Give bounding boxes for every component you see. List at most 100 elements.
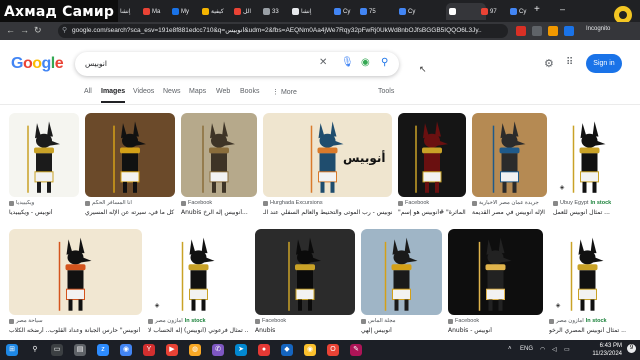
- result-caption[interactable]: أنوبيس - رب الموتى والتحنيط والعالم السف…: [263, 209, 392, 216]
- settings-gear-icon[interactable]: ⚙: [544, 57, 554, 70]
- chrome-app-icon[interactable]: ◉: [304, 344, 316, 356]
- url-field[interactable]: ⚲ google.com/search?sca_esv=191e8f881edc…: [58, 24, 508, 38]
- image-result-card[interactable]: أنا المسافر الحكم كل ما في، سيرته عن الإل…: [85, 113, 175, 225]
- minimize-icon[interactable]: –: [560, 4, 565, 14]
- result-thumbnail[interactable]: ◈: [148, 229, 249, 315]
- extension-icon[interactable]: [532, 26, 542, 36]
- result-source[interactable]: Ubuy Egypt In stock: [553, 200, 626, 206]
- task-view-icon[interactable]: ▭: [51, 344, 63, 356]
- forward-icon[interactable]: →: [20, 25, 29, 35]
- result-caption[interactable]: الإله أنوبيس في مصر القديمة: [472, 209, 547, 216]
- result-thumbnail[interactable]: ◈: [553, 113, 626, 197]
- start-menu-icon[interactable]: ⊞: [6, 344, 18, 356]
- result-thumbnail[interactable]: [448, 229, 543, 315]
- volume-icon[interactable]: ◁: [552, 346, 557, 353]
- search-icon[interactable]: ⚲: [29, 344, 41, 356]
- google-logo[interactable]: Google: [11, 55, 64, 73]
- result-thumbnail[interactable]: [398, 113, 466, 197]
- result-caption[interactable]: كل ما في، سيرته عن الإله المسيري ...: [85, 209, 175, 216]
- result-caption[interactable]: Anubis أنوبيس إله الرخ...: [181, 209, 257, 216]
- image-result-card[interactable]: ويكيبيديا أنوبيس - ويكيبيديا: [9, 113, 79, 225]
- image-result-card[interactable]: Facebook Anubis أنوبيس إله الرخ...: [181, 113, 257, 225]
- taskbar-clock[interactable]: 6:43 PM 11/23/2024: [582, 342, 622, 358]
- battery-icon[interactable]: ▭: [564, 346, 570, 353]
- browser-tab[interactable]: 75: [357, 3, 383, 20]
- image-result-card[interactable]: ◈ Ubuy Egypt In stock تمثال أنوبيس للعمل ..…: [553, 113, 626, 225]
- incognito-indicator[interactable]: Incognito: [586, 26, 610, 32]
- browser-tab[interactable]: Cy: [331, 3, 357, 20]
- back-icon[interactable]: ←: [6, 25, 15, 35]
- result-source[interactable]: Facebook: [255, 318, 355, 324]
- result-thumbnail[interactable]: [255, 229, 355, 315]
- clear-search-icon[interactable]: ✕: [319, 57, 327, 69]
- site-info-icon[interactable]: ⚲: [62, 24, 67, 38]
- recorder-app-icon[interactable]: ●: [258, 344, 270, 356]
- tab-news[interactable]: News: [163, 88, 181, 95]
- media-app-icon[interactable]: ▶: [166, 344, 178, 356]
- file-explorer-icon[interactable]: ▤: [74, 344, 86, 356]
- browser-tab[interactable]: Cy: [507, 3, 533, 20]
- photos-app-icon[interactable]: ◆: [281, 344, 293, 356]
- paint-app-icon[interactable]: ✎: [350, 344, 362, 356]
- result-thumbnail[interactable]: [9, 113, 79, 197]
- image-result-card[interactable]: ◈ أمازون مصر In stock تمثال فرعوني (أنوبيس)…: [148, 229, 249, 343]
- result-source[interactable]: Facebook: [181, 200, 257, 206]
- zoom-app-icon[interactable]: z: [97, 344, 109, 356]
- browser-tab[interactable]: My: [169, 3, 195, 20]
- result-thumbnail[interactable]: [472, 113, 547, 197]
- viber-app-icon[interactable]: ✆: [212, 344, 224, 356]
- image-result-card[interactable]: Facebook Anubis - أنوبيس: [448, 229, 543, 343]
- tab-web[interactable]: Web: [216, 88, 230, 95]
- yandex-browser-icon[interactable]: Y: [143, 344, 155, 356]
- wifi-icon[interactable]: ◠: [540, 346, 545, 353]
- voice-search-icon[interactable]: 🎙: [341, 57, 354, 69]
- browser-tab[interactable]: إنشا: [289, 3, 315, 20]
- result-caption[interactable]: أنوبيس" حارس الجبانة وعداد القلوب.. أرضخ…: [9, 327, 142, 334]
- chrome-app-icon[interactable]: ◉: [120, 344, 132, 356]
- result-thumbnail[interactable]: [85, 113, 175, 197]
- browser-app-icon[interactable]: ◍: [189, 344, 201, 356]
- image-result-card[interactable]: أنوبيس Hurghada Excursions أنوبيس - رب الم…: [263, 113, 392, 225]
- tab-more[interactable]: ⋮ More: [272, 88, 297, 96]
- search-icon[interactable]: ⚲: [381, 57, 388, 69]
- image-result-card[interactable]: سياحة مصر أنوبيس" حارس الجبانة وعداد القل…: [9, 229, 142, 343]
- result-caption[interactable]: "الماثرة" #أنوبيس هو إسم...: [398, 209, 466, 216]
- result-source[interactable]: Facebook: [398, 200, 466, 206]
- browser-tab[interactable]: Ma: [140, 3, 166, 20]
- new-tab-button[interactable]: +: [534, 5, 540, 15]
- result-caption[interactable]: أنوبيس إلهي: [361, 327, 442, 334]
- extension-icon[interactable]: [564, 26, 574, 36]
- browser-tab[interactable]: Cy: [396, 3, 422, 20]
- result-thumbnail[interactable]: أنوبيس: [263, 113, 392, 197]
- result-thumbnail[interactable]: [9, 229, 142, 315]
- notification-badge[interactable]: 9: [627, 344, 636, 353]
- browser-tab[interactable]: 97: [478, 3, 504, 20]
- browser-tab[interactable]: كيفية: [199, 3, 225, 20]
- sign-in-button[interactable]: Sign in: [586, 54, 622, 73]
- tab-all[interactable]: All: [84, 88, 92, 95]
- result-caption[interactable]: تمثال فرعوني (أنوبيس) إله الحساب لا ...: [148, 327, 249, 334]
- result-source[interactable]: أمازون مصر In stock: [549, 318, 626, 324]
- tray-chevron-icon[interactable]: ˄: [508, 346, 512, 352]
- opera-app-icon[interactable]: O: [327, 344, 339, 356]
- result-caption[interactable]: تمثال أنوبيس للعمل ...: [553, 209, 626, 216]
- result-source[interactable]: Facebook: [448, 318, 543, 324]
- result-thumbnail[interactable]: [181, 113, 257, 197]
- tab-images[interactable]: Images: [101, 88, 126, 103]
- tab-books[interactable]: Books: [240, 88, 259, 95]
- tab-videos[interactable]: Videos: [133, 88, 154, 95]
- extension-icon[interactable]: [516, 26, 526, 36]
- image-result-card[interactable]: Facebook "الماثرة" #أنوبيس هو إسم...: [398, 113, 466, 225]
- language-indicator[interactable]: ENG: [520, 346, 533, 352]
- image-result-card[interactable]: Facebook Anubis: [255, 229, 355, 343]
- search-query[interactable]: انوبيس: [85, 59, 107, 68]
- tools-button[interactable]: Tools: [378, 88, 394, 95]
- result-caption[interactable]: تمثال أنوبيس المصري الرخو ...: [549, 327, 626, 334]
- image-result-card[interactable]: مجلة الماس أنوبيس إلهي: [361, 229, 442, 343]
- browser-tab[interactable]: الل: [231, 3, 257, 20]
- result-caption[interactable]: أنوبيس - ويكيبيديا: [9, 209, 79, 216]
- result-source[interactable]: أمازون مصر In stock: [148, 318, 249, 324]
- result-caption[interactable]: Anubis - أنوبيس: [448, 327, 543, 334]
- result-caption[interactable]: Anubis: [255, 327, 355, 334]
- result-source[interactable]: مجلة الماس: [361, 318, 442, 324]
